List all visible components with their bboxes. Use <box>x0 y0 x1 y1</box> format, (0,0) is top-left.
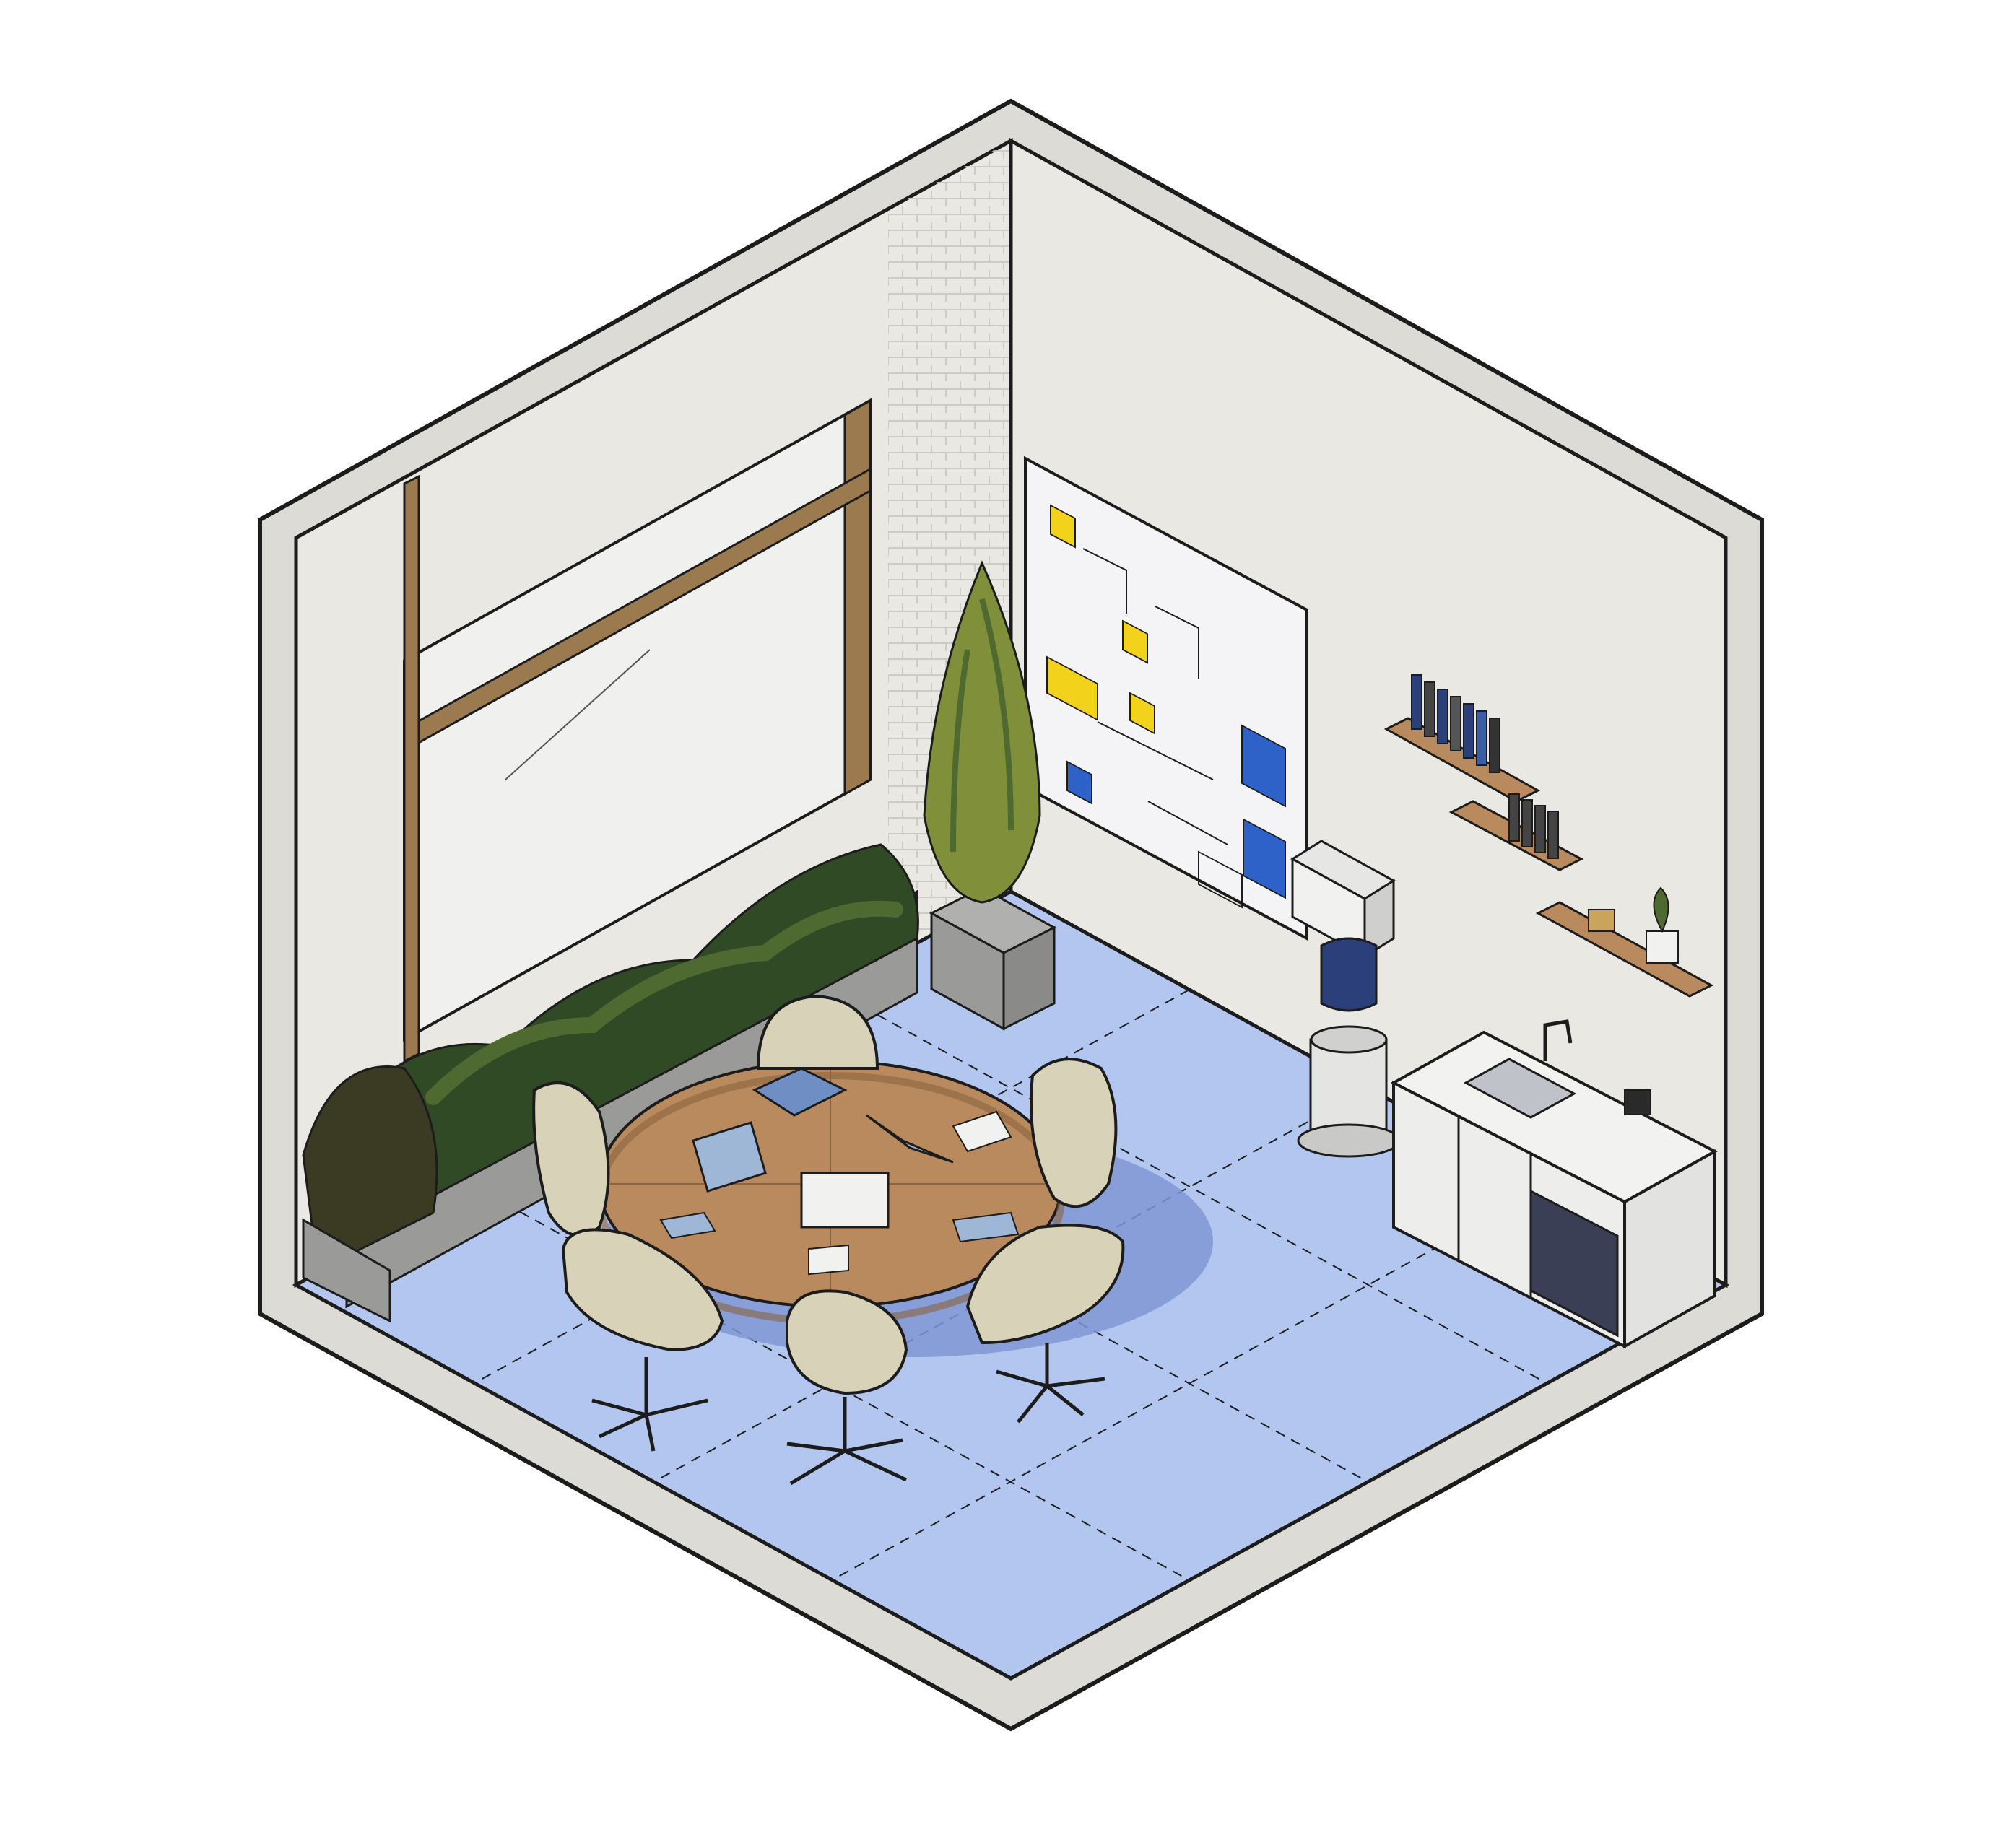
papers <box>800 1172 890 1229</box>
room-illustration <box>258 98 1764 1732</box>
isometric-room-scene <box>0 0 2016 1848</box>
small-pot <box>1646 930 1679 964</box>
